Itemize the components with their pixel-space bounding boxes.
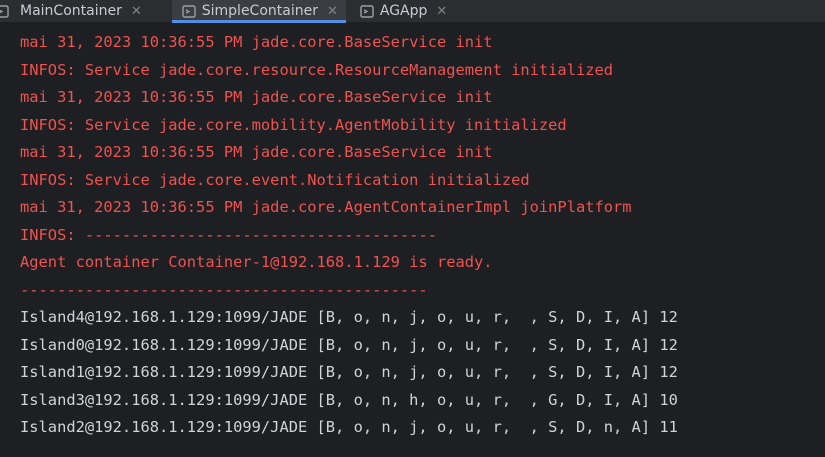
console-line: ----------------------------------------… [20,281,428,299]
tab-label: AGApp [379,3,428,19]
tab-agapp[interactable]: AGApp ✕ [352,0,455,22]
close-icon[interactable]: ✕ [131,5,142,18]
console-line: Island4@192.168.1.129:1099/JADE [B, o, n… [20,308,678,326]
console-line: INFOS: Service jade.core.event.Notificat… [20,171,530,189]
console-line: INFOS: Service jade.core.mobility.AgentM… [20,116,567,134]
run-config-icon [360,4,374,18]
console-output[interactable]: mai 31, 2023 10:36:55 PM jade.core.BaseS… [0,23,825,457]
console-line: mai 31, 2023 10:36:55 PM jade.core.BaseS… [20,88,493,106]
close-icon[interactable]: ✕ [327,5,338,18]
console-line: Island0@192.168.1.129:1099/JADE [B, o, n… [20,336,678,354]
run-config-icon [182,4,196,18]
close-icon[interactable]: ✕ [436,5,447,18]
run-config-icon [0,4,14,18]
console-line: Island2@192.168.1.129:1099/JADE [B, o, n… [20,418,678,436]
console-line: Island1@192.168.1.129:1099/JADE [B, o, n… [20,363,678,381]
console-line: mai 31, 2023 10:36:55 PM jade.core.BaseS… [20,143,493,161]
tab-label: SimpleContainer [201,3,318,19]
console-line: Island3@192.168.1.129:1099/JADE [B, o, n… [20,391,678,409]
tab-simple-container[interactable]: SimpleContainer ✕ [171,0,347,23]
console-line: INFOS: Service jade.core.resource.Resour… [20,61,614,79]
console-line: INFOS: ---------------------------------… [20,226,437,244]
console-line: mai 31, 2023 10:36:55 PM jade.core.Agent… [20,198,632,216]
console-line: Agent container Container-1@192.168.1.12… [20,253,493,271]
console-line: mai 31, 2023 10:36:55 PM jade.core.BaseS… [20,33,493,51]
tab-label: MainContainer [20,3,122,19]
run-tab-bar: MainContainer ✕ SimpleContainer ✕ AGApp … [0,0,825,23]
tab-main-container[interactable]: MainContainer ✕ [0,0,150,22]
